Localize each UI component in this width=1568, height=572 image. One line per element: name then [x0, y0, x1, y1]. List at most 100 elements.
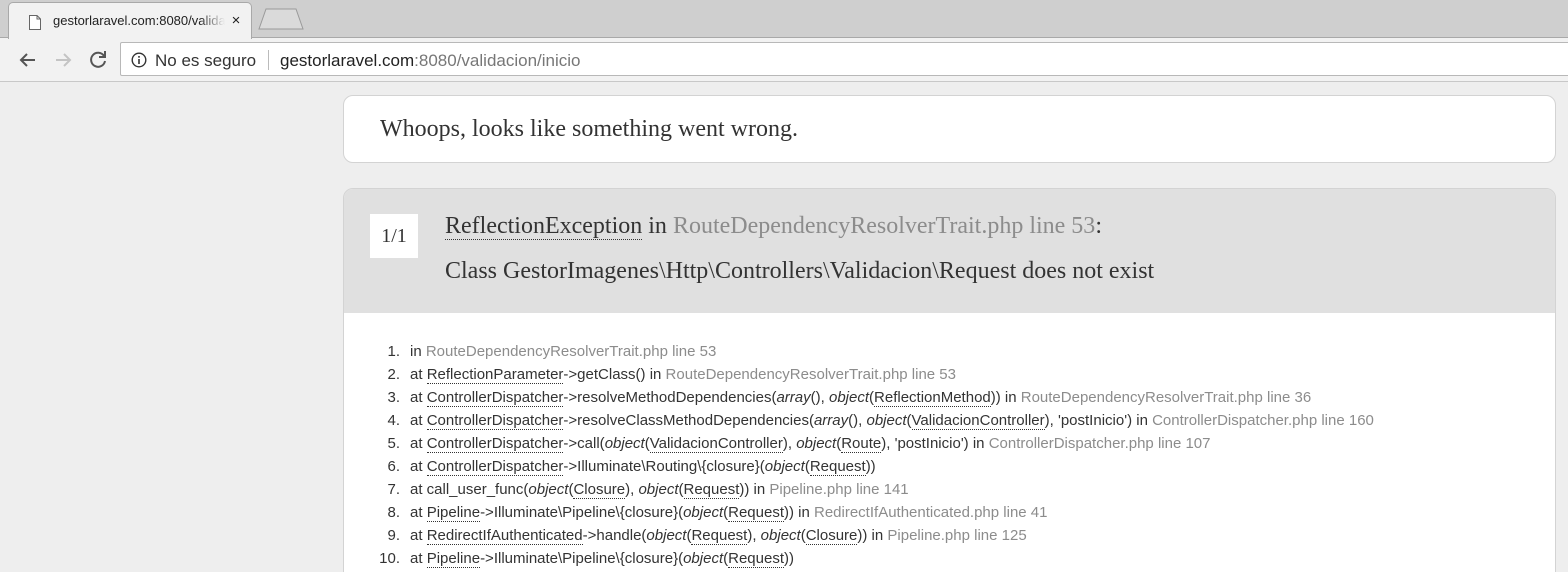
exception-class: ReflectionException	[445, 213, 643, 240]
trace-file: ControllerDispatcher.php line 160	[1152, 412, 1374, 429]
trace-number: 2.	[387, 366, 400, 383]
url-text[interactable]: gestorlaravel.com:8080/validacion/inicio	[280, 51, 581, 71]
exception-title: ReflectionException in RouteDependencyRe…	[445, 213, 1102, 240]
trace-class: ControllerDispatcher	[426, 435, 564, 453]
trace-fragment: ))	[784, 550, 794, 567]
trace-fragment: ))	[865, 458, 876, 475]
exception-in: in	[642, 213, 673, 239]
trace-keyword: array	[776, 389, 811, 406]
trace-keyword: array	[813, 412, 849, 429]
trace-text: at ControllerDispatcher->Illuminate\Rout…	[410, 455, 876, 478]
trace-class: ControllerDispatcher	[426, 412, 564, 430]
trace-fragment: at	[410, 527, 427, 544]
close-tab-icon[interactable]: ×	[227, 11, 245, 31]
trace-class: ValidacionController	[649, 435, 783, 453]
trace-keyword: object	[796, 435, 837, 452]
trace-number: 5.	[387, 435, 400, 452]
trace-class: Pipeline	[426, 550, 481, 568]
trace-number: 9.	[387, 527, 400, 544]
trace-class: ControllerDispatcher	[426, 389, 564, 407]
browser-tab[interactable]: gestorlaravel.com:8080/validacion/inicio…	[8, 2, 252, 39]
trace-text: in RouteDependencyResolverTrait.php line…	[410, 340, 716, 363]
forward-arrow-icon[interactable]	[51, 48, 75, 72]
trace-class: RedirectIfAuthenticated	[426, 527, 583, 545]
back-arrow-icon[interactable]	[16, 48, 40, 72]
trace-fragment: in	[410, 343, 426, 360]
trace-fragment: ),	[782, 435, 797, 452]
trace-fragment: at	[410, 550, 427, 567]
trace-fragment: ->Illuminate\Routing\{closure}(	[563, 458, 765, 475]
exception-panel: 1/1 ReflectionException in RouteDependen…	[343, 188, 1556, 572]
trace-item: 4. at ControllerDispatcher->resolveClassM…	[344, 409, 1555, 432]
address-bar[interactable]: No es seguro gestorlaravel.com:8080/vali…	[120, 42, 1568, 76]
trace-number: 8.	[387, 504, 400, 521]
trace-class: ReflectionMethod	[874, 389, 991, 407]
trace-fragment: at	[410, 366, 427, 383]
trace-class: Pipeline	[426, 504, 481, 522]
url-host: gestorlaravel.com	[280, 51, 415, 70]
omnibox-divider	[268, 50, 269, 70]
trace-fragment: at	[410, 389, 427, 406]
trace-text: at ReflectionParameter->getClass() in Ro…	[410, 363, 956, 386]
exception-header: 1/1 ReflectionException in RouteDependen…	[344, 189, 1555, 313]
trace-file: RedirectIfAuthenticated.php line 41	[814, 504, 1048, 521]
trace-text: at ControllerDispatcher->resolveMethodDe…	[410, 386, 1311, 409]
trace-fragment: ),	[625, 481, 639, 498]
trace-item: 3. at ControllerDispatcher->resolveMethod…	[344, 386, 1555, 409]
exception-location: RouteDependencyResolverTrait.php line 53	[672, 213, 1096, 239]
trace-class: Request	[809, 458, 866, 476]
trace-item: 7. at call_user_func(object(Closure), obj…	[344, 478, 1555, 501]
trace-fragment: (	[644, 435, 650, 452]
trace-number: 1.	[387, 343, 400, 360]
browser-toolbar: No es seguro gestorlaravel.com:8080/vali…	[0, 38, 1568, 82]
trace-fragment: )) in	[857, 527, 888, 544]
new-tab-button[interactable]	[258, 8, 304, 30]
trace-text: at Pipeline->Illuminate\Pipeline\{closur…	[410, 547, 794, 570]
trace-text: at RedirectIfAuthenticated->handle(objec…	[410, 524, 1027, 547]
trace-fragment: ), 'postInicio') in	[1044, 412, 1153, 429]
stack-trace: 1. in RouteDependencyResolverTrait.php li…	[344, 340, 1555, 570]
trace-fragment: ),	[747, 527, 761, 544]
trace-item: 8. at Pipeline->Illuminate\Pipeline\{clos…	[344, 501, 1555, 524]
info-icon[interactable]	[131, 52, 147, 68]
trace-class: Request	[728, 550, 784, 568]
trace-keyword: object	[866, 412, 907, 429]
trace-file: RouteDependencyResolverTrait.php line 53	[425, 343, 717, 360]
trace-class: Request	[728, 504, 784, 522]
page-icon	[29, 15, 41, 30]
trace-item: 10. at Pipeline->Illuminate\Pipeline\{clo…	[344, 547, 1555, 570]
trace-keyword: object	[604, 435, 645, 452]
trace-number: 7.	[387, 481, 400, 498]
trace-fragment: ->resolveClassMethodDependencies(	[563, 412, 814, 429]
security-status[interactable]: No es seguro	[155, 51, 256, 71]
trace-file: RouteDependencyResolverTrait.php line 53	[665, 366, 956, 383]
trace-keyword: object	[828, 389, 870, 406]
error-container: Whoops, looks like something went wrong.…	[343, 95, 1556, 572]
url-path: :8080/validacion/inicio	[414, 51, 581, 70]
tab-title: gestorlaravel.com:8080/validacion/inicio	[53, 13, 225, 28]
trace-text: at ControllerDispatcher->call(object(Val…	[410, 432, 1211, 455]
trace-file: Pipeline.php line 141	[769, 481, 909, 498]
trace-class: Request	[691, 527, 748, 545]
trace-file: Pipeline.php line 125	[887, 527, 1027, 544]
trace-fragment: at	[410, 504, 427, 521]
trace-text: at ControllerDispatcher->resolveClassMet…	[410, 409, 1374, 432]
trace-fragment: (	[800, 527, 806, 544]
trace-class: ReflectionParameter	[426, 366, 564, 384]
exception-message: Class GestorImagenes\Http\Controllers\Va…	[445, 258, 1155, 284]
trace-class: ValidacionController	[911, 412, 1045, 430]
trace-keyword: object	[646, 527, 687, 544]
trace-fragment: ->resolveMethodDependencies(	[563, 389, 777, 406]
trace-fragment: at call_user_func(	[410, 481, 529, 498]
trace-fragment: (	[906, 412, 912, 429]
trace-class: ControllerDispatcher	[426, 458, 564, 476]
trace-item: 9. at RedirectIfAuthenticated->handle(obj…	[344, 524, 1555, 547]
trace-fragment: ), 'postInicio') in	[881, 435, 989, 452]
trace-class: Closure	[573, 481, 626, 499]
trace-text: at call_user_func(object(Closure), objec…	[410, 478, 909, 501]
trace-item: 6. at ControllerDispatcher->Illuminate\Ro…	[344, 455, 1555, 478]
trace-class: Request	[683, 481, 740, 499]
trace-keyword: object	[638, 481, 679, 498]
trace-fragment: ->Illuminate\Pipeline\{closure}(	[480, 550, 684, 567]
reload-icon[interactable]	[86, 48, 110, 72]
